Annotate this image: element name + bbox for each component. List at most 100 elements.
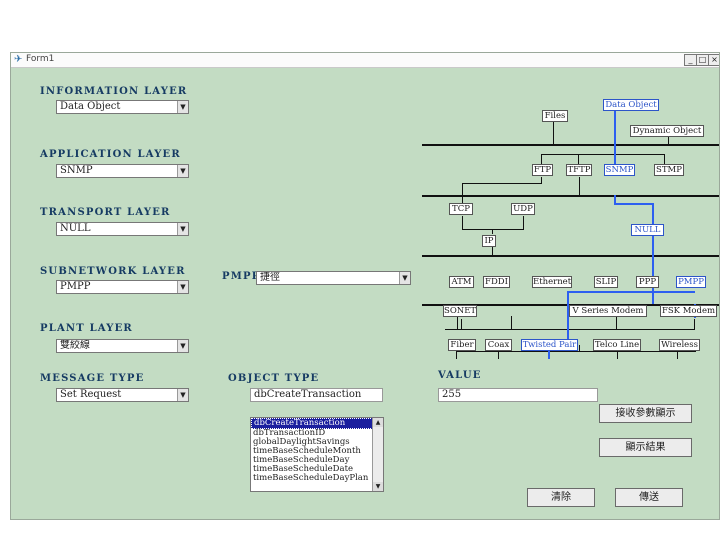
connector <box>456 351 457 359</box>
clear-button[interactable]: 清除 <box>527 488 595 507</box>
transport-layer-value: NULL <box>60 223 91 234</box>
pmpp-value: 捷徑 <box>260 272 280 283</box>
connector <box>541 154 542 164</box>
node-tcp: TCP <box>449 203 473 215</box>
path-highlight <box>614 195 616 203</box>
application-bus-line <box>422 195 719 197</box>
connector <box>462 183 463 203</box>
scroll-up-icon[interactable]: ▲ <box>373 418 383 427</box>
information-layer-select[interactable]: Data Object ▼ <box>56 100 189 114</box>
close-button[interactable]: × <box>708 54 719 66</box>
node-udp: UDP <box>511 203 535 215</box>
dropdown-arrow-icon[interactable]: ▼ <box>177 340 188 352</box>
node-tftp: TFTP <box>566 164 592 176</box>
subnetwork-layer-select[interactable]: PMPP ▼ <box>56 280 189 294</box>
node-stmp: STMP <box>654 164 684 176</box>
information-layer-label: INFORMATION LAYER <box>40 86 188 97</box>
connector <box>677 351 678 359</box>
receive-params-button[interactable]: 接收參數顯示 <box>599 404 692 423</box>
send-button[interactable]: 傳送 <box>615 488 683 507</box>
node-data-object: Data Object <box>603 99 659 111</box>
connector <box>617 351 618 359</box>
connector <box>462 216 463 229</box>
transport-layer-label: TRANSPORT LAYER <box>40 207 171 218</box>
dropdown-arrow-icon[interactable]: ▼ <box>177 389 188 401</box>
path-highlight <box>652 236 654 304</box>
connector <box>498 351 499 359</box>
dropdown-arrow-icon[interactable]: ▼ <box>177 223 188 235</box>
dropdown-arrow-icon[interactable]: ▼ <box>399 272 410 284</box>
node-pmpp: PMPP <box>676 276 706 288</box>
scroll-down-icon[interactable]: ▼ <box>373 482 383 491</box>
window-title: Form1 <box>26 54 55 64</box>
object-type-list[interactable]: dbCreateTransaction dbTransactionID glob… <box>250 417 384 492</box>
connector <box>668 137 669 144</box>
connector <box>492 229 493 234</box>
subnetwork-layer-value: PMPP <box>60 281 91 292</box>
message-type-value: Set Request <box>60 389 122 400</box>
connector <box>664 154 665 164</box>
transport-bus-line <box>422 255 719 257</box>
connector <box>456 351 696 352</box>
connector <box>492 247 493 255</box>
node-ethernet: Ethernet <box>532 276 572 288</box>
value-label: VALUE <box>438 370 482 381</box>
plant-layer-value: 雙絞線 <box>60 340 90 351</box>
value-input[interactable]: 255 <box>438 388 598 402</box>
information-layer-value: Data Object <box>60 101 121 112</box>
transport-layer-select[interactable]: NULL ▼ <box>56 222 189 236</box>
connector <box>579 177 580 195</box>
node-telco-line: Telco Line <box>593 339 641 351</box>
node-wireless: Wireless <box>659 339 700 351</box>
connector <box>511 316 512 329</box>
dropdown-arrow-icon[interactable]: ▼ <box>177 165 188 177</box>
plant-layer-select[interactable]: 雙絞線 ▼ <box>56 339 189 353</box>
node-files: Files <box>542 110 568 122</box>
connector <box>461 319 462 329</box>
connector <box>523 216 524 230</box>
node-ftp: FTP <box>532 164 553 176</box>
dropdown-arrow-icon[interactable]: ▼ <box>177 101 188 113</box>
main-window: ✈ Form1 _ □ × INFORMATION LAYER Data Obj… <box>10 52 720 520</box>
node-ip: IP <box>482 235 496 247</box>
node-null: NULL <box>631 224 664 236</box>
show-result-button[interactable]: 顯示結果 <box>599 438 692 457</box>
node-fddi: FDDI <box>483 276 510 288</box>
app-icon: ✈ <box>14 54 23 65</box>
pmpp-select[interactable]: 捷徑 ▼ <box>256 271 411 285</box>
node-twisted-pair: Twisted Pair <box>521 339 578 351</box>
subnetwork-layer-label: SUBNETWORK LAYER <box>40 266 186 277</box>
pmpp-label: PMPP <box>222 271 261 282</box>
node-v-series-modem: V Series Modem <box>569 305 647 317</box>
message-type-label: MESSAGE TYPE <box>40 373 145 384</box>
path-highlight <box>614 203 654 205</box>
dropdown-arrow-icon[interactable]: ▼ <box>177 281 188 293</box>
node-sonet: SONET <box>443 305 477 317</box>
connector <box>541 154 665 155</box>
connector <box>445 329 695 330</box>
list-scrollbar[interactable]: ▲ ▼ <box>372 418 383 491</box>
connector <box>616 316 617 329</box>
information-bus-line <box>422 144 719 146</box>
plant-layer-label: PLANT LAYER <box>40 323 133 334</box>
node-ppp: PPP <box>636 276 659 288</box>
node-fiber: Fiber <box>448 339 476 351</box>
connector <box>694 319 695 329</box>
connector <box>457 316 458 329</box>
node-fsk-modem: FSK Modem <box>660 305 717 317</box>
object-type-input[interactable]: dbCreateTransaction <box>250 388 383 402</box>
object-type-label: OBJECT TYPE <box>228 373 320 384</box>
path-highlight <box>567 291 695 293</box>
list-item[interactable]: timeBaseScheduleDayPlan <box>251 474 383 483</box>
title-bar: ✈ Form1 _ □ × <box>11 53 719 68</box>
application-layer-select[interactable]: SNMP ▼ <box>56 164 189 178</box>
node-atm: ATM <box>449 276 474 288</box>
connector <box>578 154 579 164</box>
node-coax: Coax <box>485 339 512 351</box>
application-layer-label: APPLICATION LAYER <box>40 149 181 160</box>
connector <box>553 122 554 144</box>
connector <box>462 183 542 184</box>
message-type-select[interactable]: Set Request ▼ <box>56 388 189 402</box>
path-highlight <box>652 203 654 224</box>
node-slip: SLIP <box>594 276 618 288</box>
